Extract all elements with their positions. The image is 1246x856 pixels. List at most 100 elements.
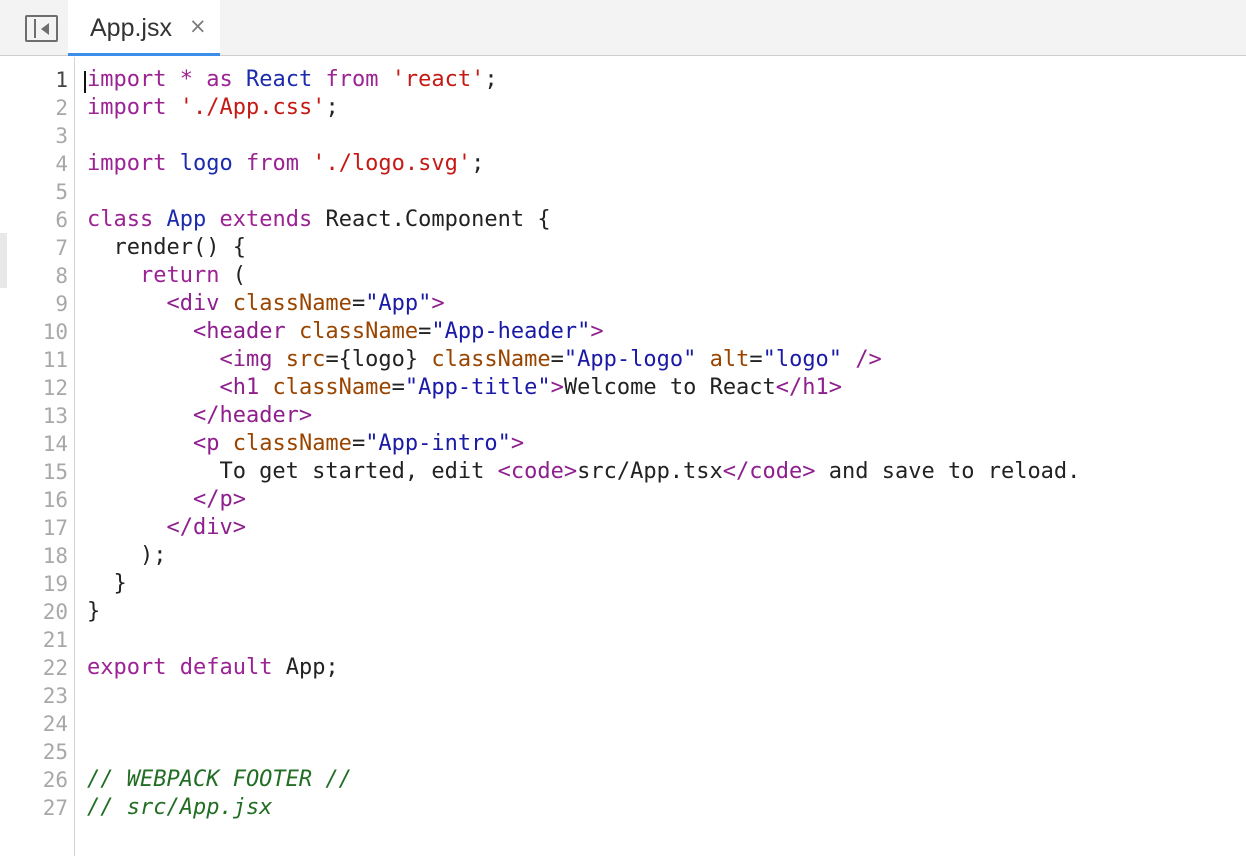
token: './logo.svg': [312, 151, 472, 176]
comment: // WEBPACK FOOTER //: [87, 767, 352, 792]
code-line-4: import logo from './logo.svg';: [87, 150, 1237, 178]
token: ;: [484, 67, 498, 92]
code-line-7: render() {: [87, 234, 1237, 262]
token: and save to reload.: [815, 459, 1081, 484]
code-line-16: </p>: [87, 486, 1237, 514]
line-number: 19: [42, 572, 68, 596]
token: </header>: [192, 403, 313, 428]
token: >: [510, 431, 525, 456]
line-number: 16: [42, 488, 68, 512]
line-number-gutter: 1 2 3 4 5 6 7 8 9 10 11 12 13 14 15 16 17 18 19 20 21 22 23 24 2…: [7, 57, 75, 856]
line-number: 15: [42, 460, 68, 484]
token: >: [550, 375, 564, 400]
token: =: [418, 319, 432, 344]
token: =: [391, 375, 405, 400]
tab-label: App.jsx: [90, 14, 172, 42]
token: 'react': [391, 67, 485, 92]
token: />: [855, 347, 882, 372]
code-line-15: To get started, edit <code>src/App.tsx</…: [87, 458, 1237, 486]
line-number: 18: [42, 544, 68, 568]
token: }: [87, 571, 127, 596]
line-number: 17: [42, 516, 68, 540]
token: default: [179, 655, 273, 680]
code-line-13: </header>: [87, 402, 1237, 430]
code-line-2: import './App.css';: [87, 94, 1237, 122]
code-line-17: </div>: [87, 514, 1237, 542]
line-number: 26: [42, 768, 68, 792]
token: *: [179, 67, 193, 92]
code-line-9: <div className="App">: [87, 290, 1237, 318]
navigator-edge: [0, 57, 7, 856]
token: "logo": [762, 347, 843, 372]
token: from: [325, 67, 379, 92]
code-line-8: return (: [87, 262, 1237, 290]
line-number: 14: [42, 432, 68, 456]
token: className: [232, 291, 352, 316]
token: extends: [219, 207, 313, 232]
line-number: 6: [55, 208, 68, 232]
line-number: 8: [55, 264, 68, 288]
token: logo: [179, 151, 233, 176]
token: './App.css': [179, 95, 326, 120]
line-number: 9: [55, 292, 68, 316]
line-number: 25: [42, 740, 68, 764]
line-number: 1: [55, 68, 68, 92]
token: To get started, edit: [87, 459, 498, 484]
sidebar-toggle-arrow: [41, 23, 49, 35]
token: className: [431, 347, 551, 372]
comment: // src/App.jsx: [87, 795, 273, 820]
token: =: [550, 347, 564, 372]
token: ;: [325, 95, 339, 120]
code-line-12: <h1 className="App-title">Welcome to Rea…: [87, 374, 1237, 402]
token: <p: [192, 431, 220, 456]
line-number: 2: [55, 96, 68, 120]
line-number: 4: [55, 152, 68, 176]
token: class: [87, 207, 154, 232]
editor-tab-bar: App.jsx ×: [0, 0, 1246, 56]
token: className: [272, 375, 392, 400]
token: (: [219, 263, 246, 288]
line-number: 22: [42, 656, 68, 680]
close-icon[interactable]: ×: [189, 12, 207, 40]
token: >: [590, 319, 604, 344]
token: =: [351, 431, 366, 456]
line-number: 7: [55, 236, 68, 260]
line-number: 23: [42, 684, 68, 708]
tab-app-jsx[interactable]: App.jsx ×: [68, 0, 220, 56]
token: React.Component {: [312, 207, 551, 232]
token: <code>: [497, 459, 578, 484]
line-number: 3: [55, 124, 68, 148]
token: Welcome to React: [563, 375, 776, 400]
sidebar-toggle-icon[interactable]: [25, 15, 58, 42]
line-numbers: 1 2 3 4 5 6 7 8 9 10 11 12 13 14 15 16 17 18 19 20 21 22 23 24 2…: [43, 66, 68, 822]
code-editor[interactable]: import * as React from 'react'; import '…: [87, 66, 1237, 822]
token: import: [87, 95, 167, 120]
line-number: 27: [42, 796, 68, 820]
token: </code>: [722, 459, 816, 484]
line-number: 10: [42, 320, 68, 344]
line-number: 12: [42, 376, 68, 400]
token: App;: [272, 655, 339, 680]
token: className: [232, 431, 352, 456]
token: "App-intro": [365, 431, 511, 456]
token: src/App.tsx: [577, 459, 723, 484]
code-line-6: class App extends React.Component {: [87, 206, 1237, 234]
